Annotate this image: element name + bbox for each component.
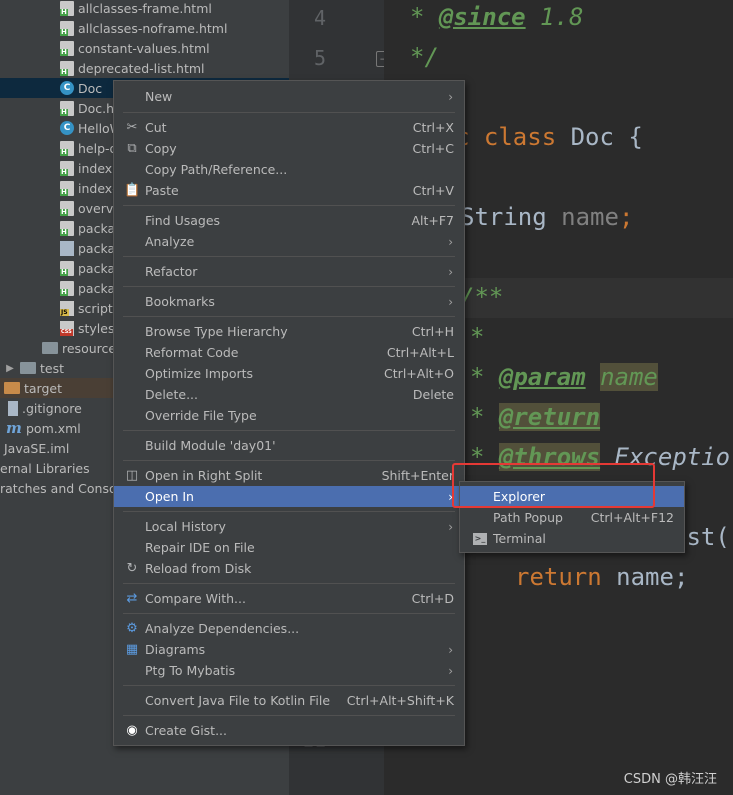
menu-item-optimize-imports[interactable]: Optimize Imports Ctrl+Alt+O: [114, 363, 464, 384]
menu-item-find-usages[interactable]: Find Usages Alt+F7: [114, 210, 464, 231]
chevron-right-icon: ›: [448, 89, 453, 104]
code-line: *: [470, 323, 485, 351]
menu-separator: [123, 316, 455, 317]
menu-item-new[interactable]: New ›: [114, 86, 464, 107]
menu-item-reformat-code[interactable]: Reformat Code Ctrl+Alt+L: [114, 342, 464, 363]
menu-separator: [123, 430, 455, 431]
code-line: return name;: [515, 563, 689, 591]
maven-icon: m: [6, 419, 22, 437]
menu-item-local-history[interactable]: Local History ›: [114, 516, 464, 537]
menu-item-create-gist[interactable]: ◉ Create Gist...: [114, 720, 464, 741]
github-icon: ◉: [126, 722, 138, 738]
diagram-icon: ▦: [125, 641, 139, 657]
watermark: CSDN @韩汪汪: [623, 772, 717, 787]
copy-icon: ⧉: [127, 140, 137, 156]
highlight-annotation: [452, 463, 655, 508]
html-file-icon: [60, 100, 74, 116]
folder-icon: [42, 342, 58, 354]
context-menu: New › ✂ Cut Ctrl+X ⧉ Copy Ctrl+C Copy Path/Re…: [113, 80, 465, 746]
menu-item-diagrams[interactable]: ▦ Diagrams ›: [114, 639, 464, 660]
html-file-icon: [60, 160, 74, 176]
menu-item-copy-path[interactable]: Copy Path/Reference...: [114, 159, 464, 180]
code-line: */: [410, 43, 439, 71]
split-icon: ◫: [125, 467, 139, 483]
html-file-icon: [60, 40, 74, 56]
java-class-icon: C: [60, 121, 74, 135]
menu-item-browse-type-hierarchy[interactable]: Browse Type Hierarchy Ctrl+H: [114, 321, 464, 342]
file-icon: [60, 240, 74, 256]
menu-separator: [123, 715, 455, 716]
tree-item[interactable]: constant-values.html: [0, 38, 289, 58]
html-file-icon: [60, 20, 74, 36]
java-class-icon: C: [60, 81, 74, 95]
chevron-right-icon: ›: [448, 234, 453, 249]
html-file-icon: [60, 200, 74, 216]
line-number: 5: [313, 46, 326, 70]
submenu-item-terminal[interactable]: >_ Terminal: [460, 528, 684, 549]
html-file-icon: [60, 280, 74, 296]
js-file-icon: [60, 300, 74, 316]
line-number: 4: [313, 6, 326, 30]
folder-icon: [4, 382, 20, 394]
compare-icon: ⇄: [126, 590, 138, 606]
tree-item[interactable]: allclasses-frame.html: [0, 0, 289, 18]
menu-item-refactor[interactable]: Refactor ›: [114, 261, 464, 282]
html-file-icon: [60, 260, 74, 276]
terminal-icon: >_: [473, 532, 487, 545]
menu-item-convert-to-kotlin[interactable]: Convert Java File to Kotlin File Ctrl+Alt…: [114, 690, 464, 711]
menu-separator: [123, 511, 455, 512]
code-line: /**: [460, 283, 504, 311]
paste-icon: 📋: [124, 182, 141, 198]
menu-item-delete[interactable]: Delete... Delete: [114, 384, 464, 405]
menu-separator: [123, 583, 455, 584]
menu-separator: [123, 205, 455, 206]
chevron-right-icon: ›: [448, 663, 453, 678]
css-file-icon: [60, 320, 74, 336]
code-line: * @since 1.8: [410, 3, 584, 31]
menu-separator: [123, 613, 455, 614]
code-line: * @return: [470, 403, 601, 431]
reload-icon: ↻: [126, 560, 138, 576]
menu-separator: [123, 460, 455, 461]
submenu-item-path-popup[interactable]: Path Popup Ctrl+Alt+F12: [460, 507, 684, 528]
code-line: String name;: [460, 203, 634, 231]
menu-item-reload-from-disk[interactable]: ↻ Reload from Disk: [114, 558, 464, 579]
folder-icon: [20, 362, 36, 374]
chevron-right-icon: ›: [448, 642, 453, 657]
menu-item-open-in-right-split[interactable]: ◫ Open in Right Split Shift+Enter: [114, 465, 464, 486]
menu-separator: [123, 685, 455, 686]
menu-item-analyze[interactable]: Analyze ›: [114, 231, 464, 252]
tree-item[interactable]: allclasses-noframe.html: [0, 18, 289, 38]
file-icon: [8, 400, 18, 416]
html-file-icon: [60, 140, 74, 156]
menu-item-copy[interactable]: ⧉ Copy Ctrl+C: [114, 138, 464, 159]
html-file-icon: [60, 60, 74, 76]
chevron-right-icon: ›: [448, 294, 453, 309]
menu-item-analyze-dependencies[interactable]: ⚙ Analyze Dependencies...: [114, 618, 464, 639]
menu-item-open-in[interactable]: Open In ›: [114, 486, 464, 507]
menu-item-build-module[interactable]: Build Module 'day01': [114, 435, 464, 456]
chevron-right-icon: ›: [448, 519, 453, 534]
cut-icon: ✂: [126, 119, 138, 135]
menu-item-compare-with[interactable]: ⇄ Compare With... Ctrl+D: [114, 588, 464, 609]
menu-item-override-file-type[interactable]: Override File Type: [114, 405, 464, 426]
html-file-icon: [60, 220, 74, 236]
menu-separator: [123, 112, 455, 113]
menu-item-repair-ide[interactable]: Repair IDE on File: [114, 537, 464, 558]
menu-item-cut[interactable]: ✂ Cut Ctrl+X: [114, 117, 464, 138]
code-line: * @param name: [470, 363, 658, 391]
html-file-icon: [60, 180, 74, 196]
chevron-right-icon: ›: [448, 264, 453, 279]
menu-item-ptg-to-mybatis[interactable]: Ptg To Mybatis ›: [114, 660, 464, 681]
html-file-icon: [60, 0, 74, 16]
menu-separator: [123, 286, 455, 287]
code-line: c class Doc {: [455, 123, 643, 151]
menu-separator: [123, 256, 455, 257]
tree-item[interactable]: deprecated-list.html: [0, 58, 289, 78]
dependencies-icon: ⚙: [126, 620, 138, 636]
chevron-right-icon[interactable]: ▶: [4, 363, 16, 374]
menu-item-paste[interactable]: 📋 Paste Ctrl+V: [114, 180, 464, 201]
menu-item-bookmarks[interactable]: Bookmarks ›: [114, 291, 464, 312]
